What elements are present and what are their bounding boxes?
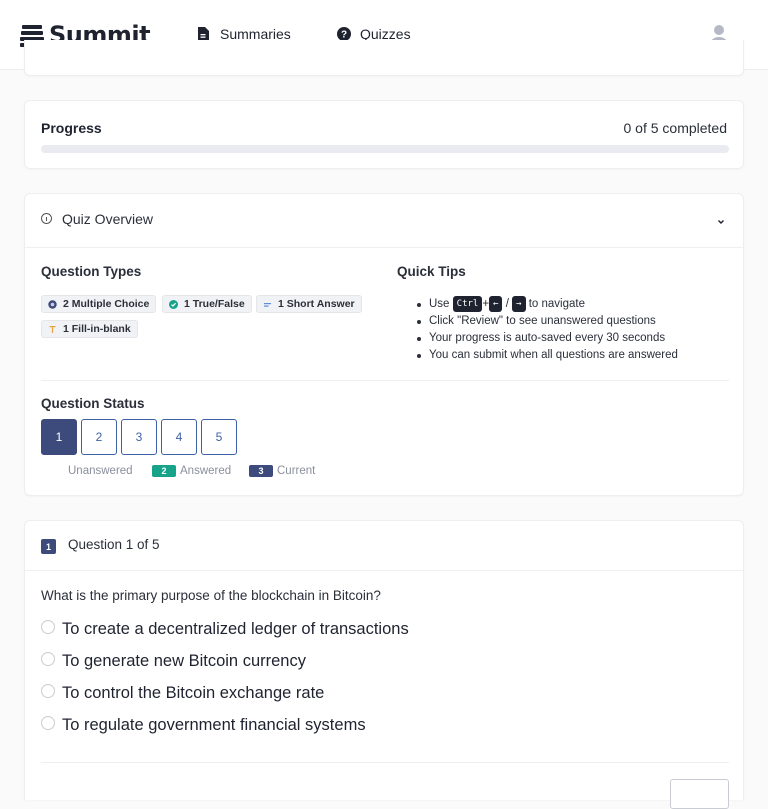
question-nav-button-4[interactable]: 4 (161, 419, 197, 455)
tip-submit: You can submit when all questions are an… (397, 347, 678, 364)
tip-review: Click "Review" to see unanswered questio… (397, 313, 678, 330)
radio-button[interactable] (41, 651, 55, 666)
answer-option-4[interactable]: To regulate government financial systems (41, 715, 366, 735)
section-divider (41, 380, 729, 381)
question-status-title: Question Status (41, 396, 145, 411)
previous-card-edge (24, 40, 744, 76)
progress-count: 0 of 5 completed (623, 120, 727, 136)
quiz-overview-header[interactable]: Quiz Overview (25, 194, 743, 248)
answered-swatch: 2 (152, 465, 176, 477)
question-text: What is the primary purpose of the block… (41, 588, 381, 603)
question-nav-button-2[interactable]: 2 (81, 419, 117, 455)
chip-true-false: 1 True/False (162, 295, 252, 313)
progress-title: Progress (41, 120, 102, 136)
document-icon (197, 27, 211, 41)
chevron-down-icon[interactable] (717, 213, 725, 224)
quick-tips-title: Quick Tips (397, 264, 466, 279)
question-footer-divider (41, 762, 729, 763)
question-types-title: Question Types (41, 264, 142, 279)
question-number-badge: 1 (41, 539, 56, 554)
answer-option-2[interactable]: To generate new Bitcoin currency (41, 651, 306, 671)
question-header-title: Question 1 of 5 (68, 537, 160, 552)
quiz-overview-card: Quiz Overview Question Types 2 Multiple … (24, 193, 744, 496)
radio-button[interactable] (41, 683, 55, 698)
tip-autosave: Your progress is auto-saved every 30 sec… (397, 330, 678, 347)
key-left-arrow: ← (489, 296, 503, 312)
info-icon (41, 213, 52, 224)
text-cursor-icon (48, 325, 57, 334)
key-ctrl: Ctrl (452, 296, 483, 312)
question-nav-button-3[interactable]: 3 (121, 419, 157, 455)
question-header: 1 Question 1 of 5 (25, 521, 743, 571)
current-swatch: 3 (249, 465, 273, 477)
legend-answered: 2 Answered (152, 465, 231, 477)
quick-tips-list: Use Ctrl + ← / → to navigate Click "Review… (397, 296, 678, 364)
key-right-arrow: → (512, 296, 526, 312)
legend-unanswered: Unanswered (68, 465, 133, 477)
layers-icon (48, 299, 57, 309)
radio-button[interactable] (41, 619, 55, 634)
next-button[interactable] (670, 779, 729, 809)
progress-bar (41, 145, 729, 153)
question-nav-button-1[interactable]: 1 (41, 419, 77, 455)
chip-fill-in-blank: 1 Fill-in-blank (41, 320, 138, 338)
answer-option-1[interactable]: To create a decentralized ledger of tran… (41, 619, 409, 639)
quiz-overview-title: Quiz Overview (62, 211, 154, 227)
question-circle-icon: ? (337, 27, 351, 41)
radio-button[interactable] (41, 715, 55, 730)
legend-current: 3 Current (249, 465, 315, 477)
question-nav-button-5[interactable]: 5 (201, 419, 237, 455)
tip-navigate: Use Ctrl + ← / → to navigate (397, 296, 678, 313)
chip-multiple-choice: 2 Multiple Choice (41, 295, 157, 313)
chip-short-answer: 1 Short Answer (256, 295, 362, 313)
progress-card: Progress 0 of 5 completed (24, 100, 744, 169)
question-card: 1 Question 1 of 5 What is the primary pu… (24, 520, 744, 809)
short-text-icon (263, 300, 272, 309)
check-circle-icon (169, 299, 178, 309)
svg-text:?: ? (341, 30, 347, 41)
answer-option-3[interactable]: To control the Bitcoin exchange rate (41, 683, 324, 703)
